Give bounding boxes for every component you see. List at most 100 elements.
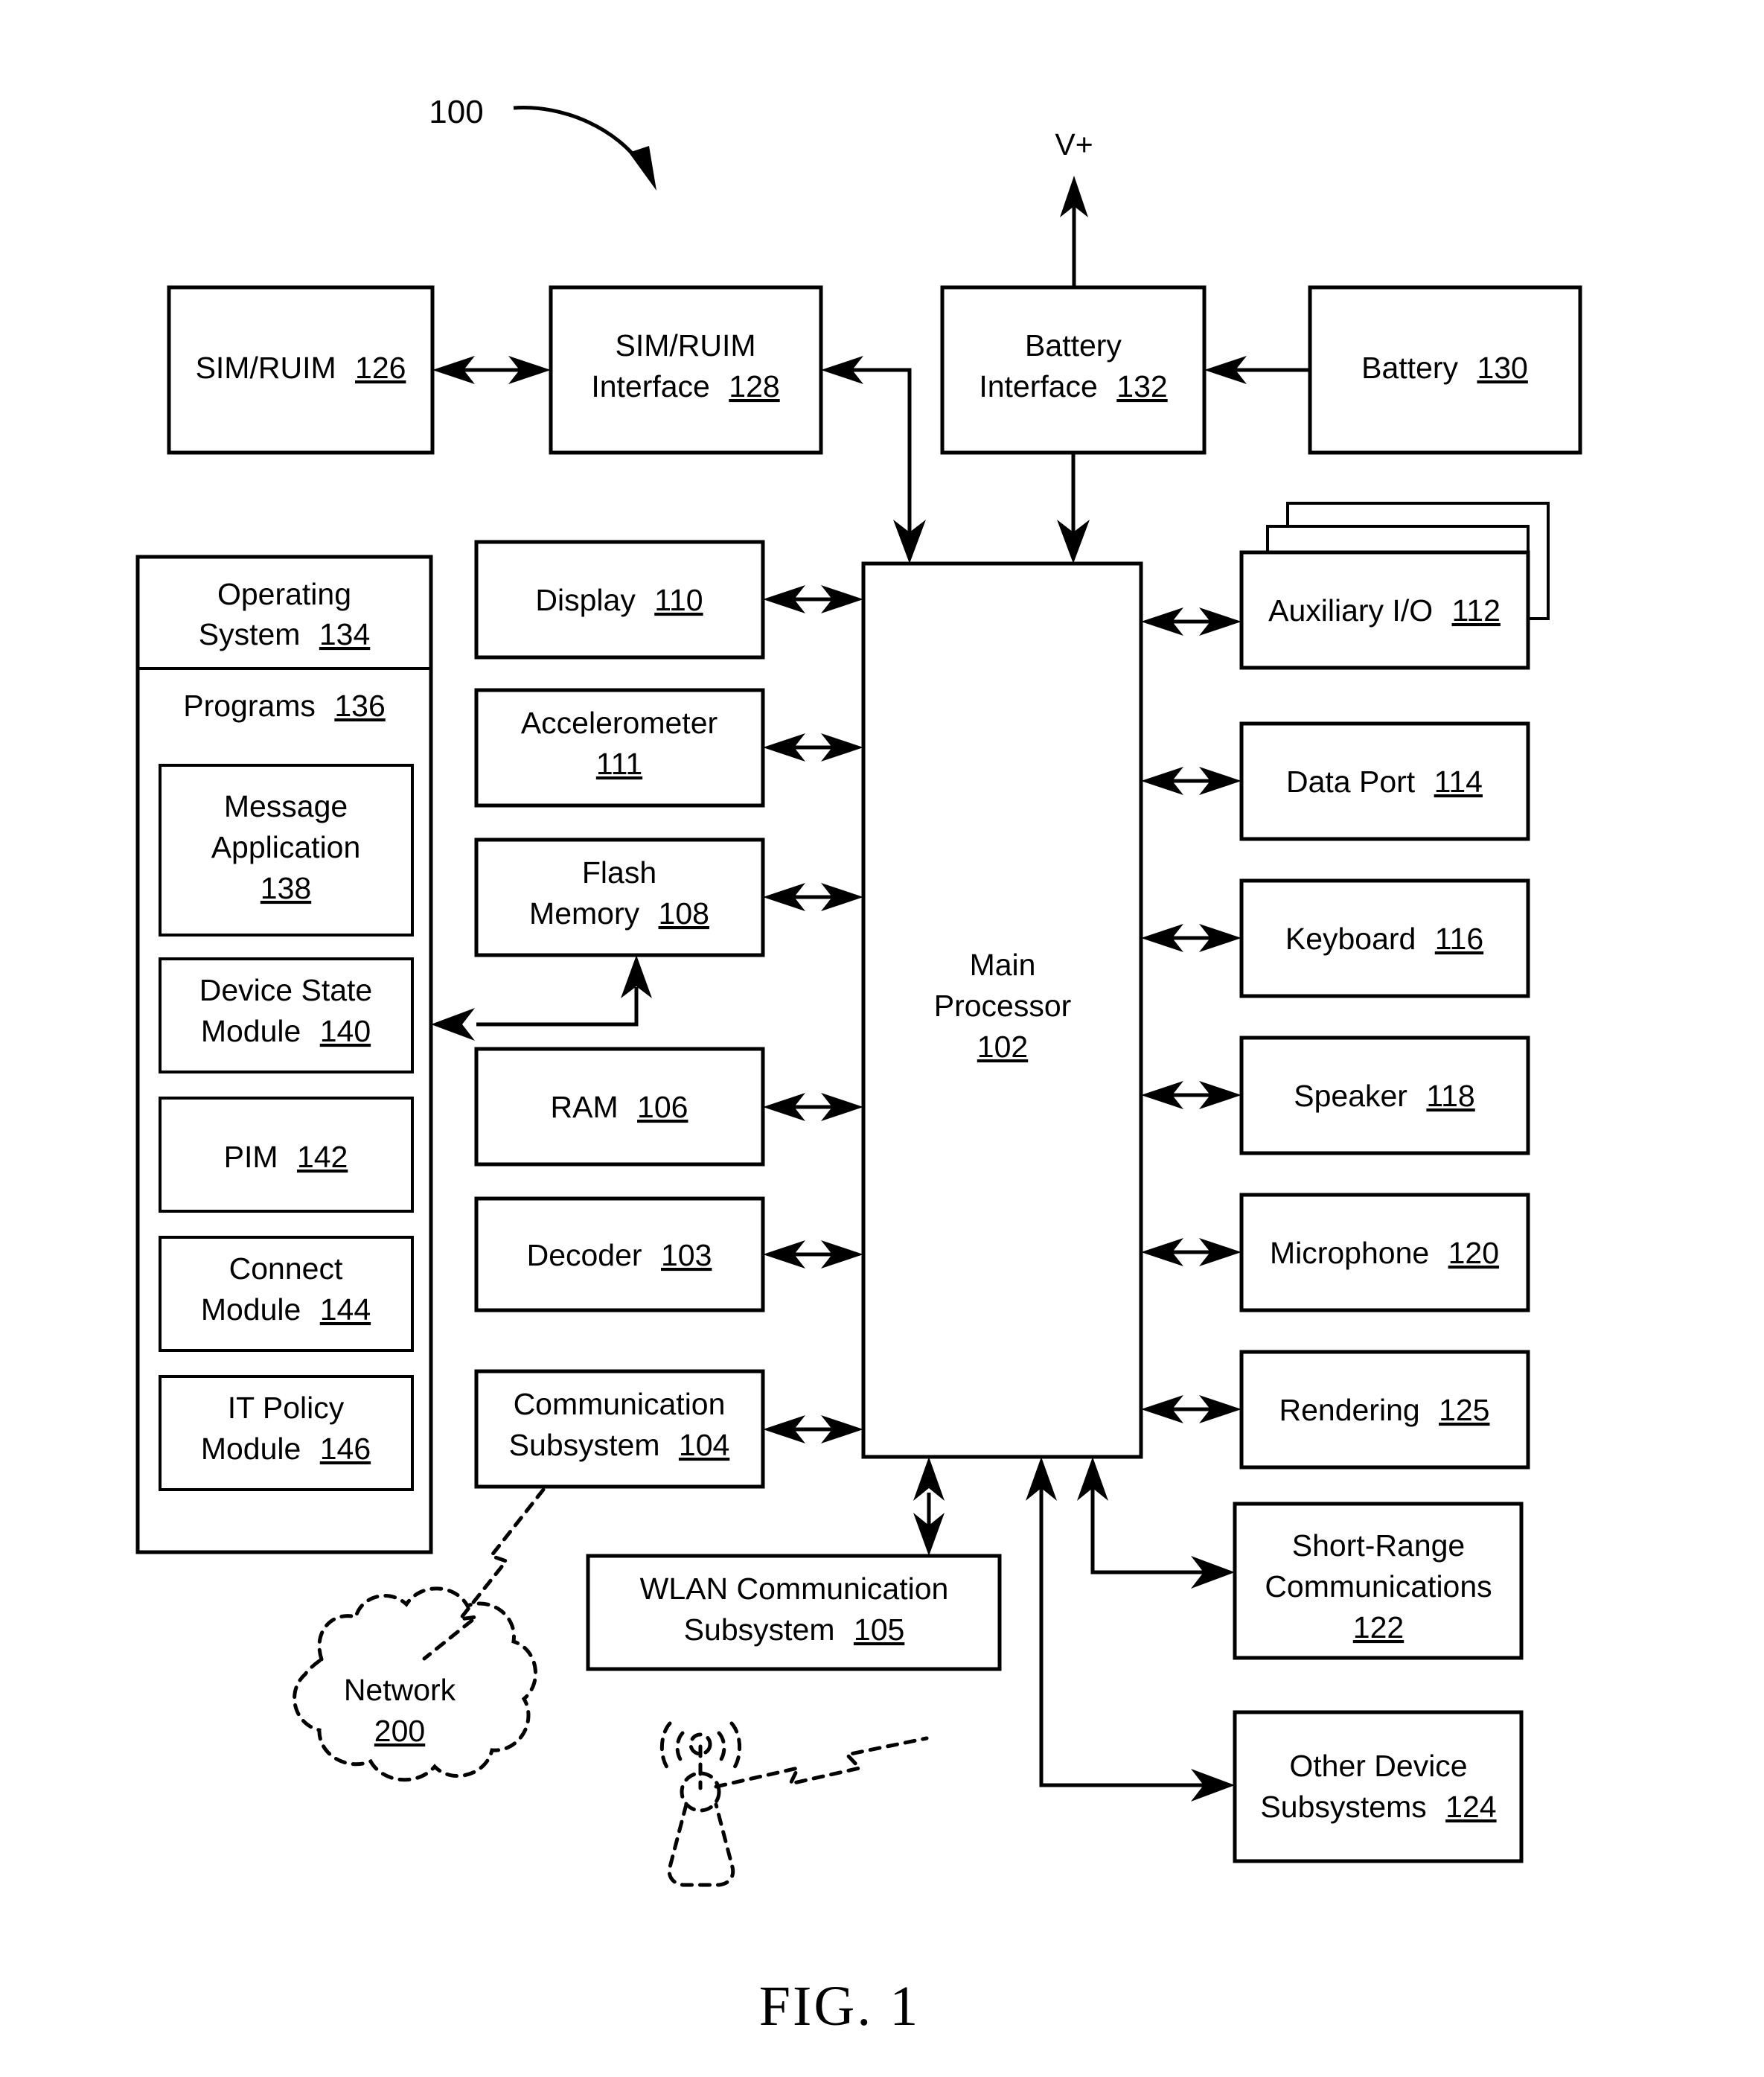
other-device-subsystems-label: Other Device <box>1289 1749 1467 1783</box>
message-application-number: 138 <box>261 871 311 905</box>
svg-text:Subsystems 124: Subsystems 124 <box>1260 1790 1496 1824</box>
block-connect-module[interactable]: Connect Module 144 <box>159 1236 414 1352</box>
connect-module-number: 144 <box>320 1292 371 1327</box>
wlan-communication-subsystem-label2: Subsystem <box>684 1612 835 1647</box>
block-pim[interactable]: PIM 142 <box>159 1097 414 1213</box>
connector-flash-memory-device-state-module <box>431 955 652 1041</box>
svg-text:PIM 142: PIM 142 <box>224 1140 348 1174</box>
block-display[interactable]: Display 110 <box>474 540 765 660</box>
svg-text:Interface 132: Interface 132 <box>979 369 1167 403</box>
other-device-subsystems-number: 124 <box>1445 1790 1496 1824</box>
power-rail-v-plus: V+ <box>1055 127 1093 292</box>
block-rendering[interactable]: Rendering 125 <box>1239 1350 1530 1470</box>
connect-module-label: Connect <box>229 1251 343 1286</box>
block-sim-ruim[interactable]: SIM/RUIM 126 <box>167 285 435 455</box>
block-data-port[interactable]: Data Port 114 <box>1239 721 1530 841</box>
connector-sim-interface-to-processor <box>821 356 926 564</box>
sim-ruim-interface-label: SIM/RUIM <box>615 328 755 363</box>
flash-memory-label: Flash <box>582 855 656 890</box>
connector-processor-other-device-subsystems <box>1026 1457 1235 1802</box>
network-number: 200 <box>374 1714 425 1748</box>
it-policy-module-label: IT Policy <box>228 1391 345 1425</box>
block-battery-interface[interactable]: Battery Interface 132 <box>940 285 1207 455</box>
svg-text:Display 110: Display 110 <box>535 583 703 617</box>
lightning-bolt-wlan <box>714 1736 929 1789</box>
svg-text:Subsystem 104: Subsystem 104 <box>509 1428 730 1462</box>
battery-interface-number: 132 <box>1116 369 1167 403</box>
sim-ruim-number: 126 <box>355 351 406 385</box>
block-accelerometer[interactable]: Accelerometer 111 <box>474 688 765 808</box>
block-short-range-communications[interactable]: Short-Range Communications 122 <box>1233 1502 1524 1660</box>
connector-sim-ruim-to-interface <box>432 356 551 384</box>
device-state-module-label2: Module <box>201 1014 301 1048</box>
block-it-policy-module[interactable]: IT Policy Module 146 <box>159 1375 414 1491</box>
block-decoder[interactable]: Decoder 103 <box>474 1196 765 1312</box>
operating-system-label2: System <box>199 617 301 651</box>
svg-text:Keyboard 116: Keyboard 116 <box>1285 922 1483 956</box>
block-auxiliary-io[interactable]: Auxiliary I/O 112 <box>1239 502 1550 670</box>
connector-display-processor <box>763 585 863 613</box>
decoder-label: Decoder <box>527 1238 642 1272</box>
sim-ruim-interface-number: 128 <box>729 369 779 403</box>
block-programs[interactable]: Programs 136 <box>183 689 386 723</box>
block-speaker[interactable]: Speaker 118 <box>1239 1036 1530 1155</box>
sim-ruim-interface-label2: Interface <box>591 369 710 403</box>
message-application-label2: Application <box>211 830 361 864</box>
display-number: 110 <box>654 583 703 617</box>
block-main-processor[interactable]: Main Processor 102 <box>861 561 1143 1459</box>
block-message-application[interactable]: Message Application 138 <box>159 764 414 937</box>
block-microphone[interactable]: Microphone 120 <box>1239 1193 1530 1312</box>
svg-text:Rendering 125: Rendering 125 <box>1279 1393 1489 1427</box>
connector-accelerometer-processor <box>763 733 863 762</box>
svg-text:Module 146: Module 146 <box>201 1432 371 1466</box>
lightning-bolt-cellular <box>422 1487 546 1661</box>
ram-label: RAM <box>551 1090 619 1124</box>
flash-memory-label2: Memory <box>529 896 640 931</box>
it-policy-module-number: 146 <box>320 1432 371 1466</box>
decoder-number: 103 <box>661 1238 712 1272</box>
display-label: Display <box>535 583 636 617</box>
connector-processor-short-range-communications <box>1077 1457 1235 1589</box>
connector-processor-auxiliary-io <box>1141 607 1241 636</box>
wlan-communication-subsystem-number: 105 <box>854 1612 904 1647</box>
connector-processor-data-port <box>1141 767 1241 795</box>
connector-decoder-processor <box>763 1240 863 1269</box>
network-cloud[interactable]: Network 200 <box>293 1586 537 1782</box>
connector-processor-microphone <box>1141 1238 1241 1266</box>
battery-interface-label2: Interface <box>979 369 1098 403</box>
connector-ram-processor <box>763 1093 863 1121</box>
figure-caption: FIG. 1 <box>759 1975 920 2038</box>
svg-text:Battery 130: Battery 130 <box>1361 351 1528 385</box>
block-device-state-module[interactable]: Device State Module 140 <box>159 957 414 1073</box>
auxiliary-io-number: 112 <box>1452 593 1501 628</box>
svg-text:System 134: System 134 <box>199 617 371 651</box>
connector-processor-keyboard <box>1141 924 1241 952</box>
block-wlan-communication-subsystem[interactable]: WLAN Communication Subsystem 105 <box>586 1554 1002 1671</box>
block-other-device-subsystems[interactable]: Other Device Subsystems 124 <box>1233 1710 1524 1863</box>
block-keyboard[interactable]: Keyboard 116 <box>1239 878 1530 998</box>
device-state-module-number: 140 <box>320 1014 371 1048</box>
wlan-communication-subsystem-label: WLAN Communication <box>640 1572 949 1606</box>
svg-text:Module 144: Module 144 <box>201 1292 371 1327</box>
block-ram[interactable]: RAM 106 <box>474 1047 765 1167</box>
connector-battery-interface-to-processor <box>1057 453 1090 564</box>
speaker-number: 118 <box>1426 1079 1474 1113</box>
message-application-label: Message <box>224 789 348 823</box>
programs-number: 136 <box>334 689 385 723</box>
svg-text:Microphone 120: Microphone 120 <box>1270 1236 1499 1270</box>
device-state-module-label: Device State <box>199 973 372 1007</box>
connector-processor-wlan-subsystem <box>913 1457 945 1556</box>
block-flash-memory[interactable]: Flash Memory 108 <box>474 838 765 957</box>
block-sim-ruim-interface[interactable]: SIM/RUIM Interface 128 <box>549 285 823 455</box>
block-battery[interactable]: Battery 130 <box>1308 285 1582 455</box>
block-communication-subsystem[interactable]: Communication Subsystem 104 <box>474 1369 765 1489</box>
pim-number: 142 <box>297 1140 348 1174</box>
connector-communication-subsystem-processor <box>763 1415 863 1443</box>
connector-flash-memory-processor <box>763 883 863 911</box>
rendering-label: Rendering <box>1279 1393 1419 1427</box>
svg-text:Programs 136: Programs 136 <box>183 689 386 723</box>
connector-battery-to-battery-interface <box>1204 356 1310 384</box>
svg-text:SIM/RUIM 126: SIM/RUIM 126 <box>196 351 406 385</box>
connector-processor-rendering <box>1141 1395 1241 1423</box>
antenna-tower <box>659 1721 742 1887</box>
